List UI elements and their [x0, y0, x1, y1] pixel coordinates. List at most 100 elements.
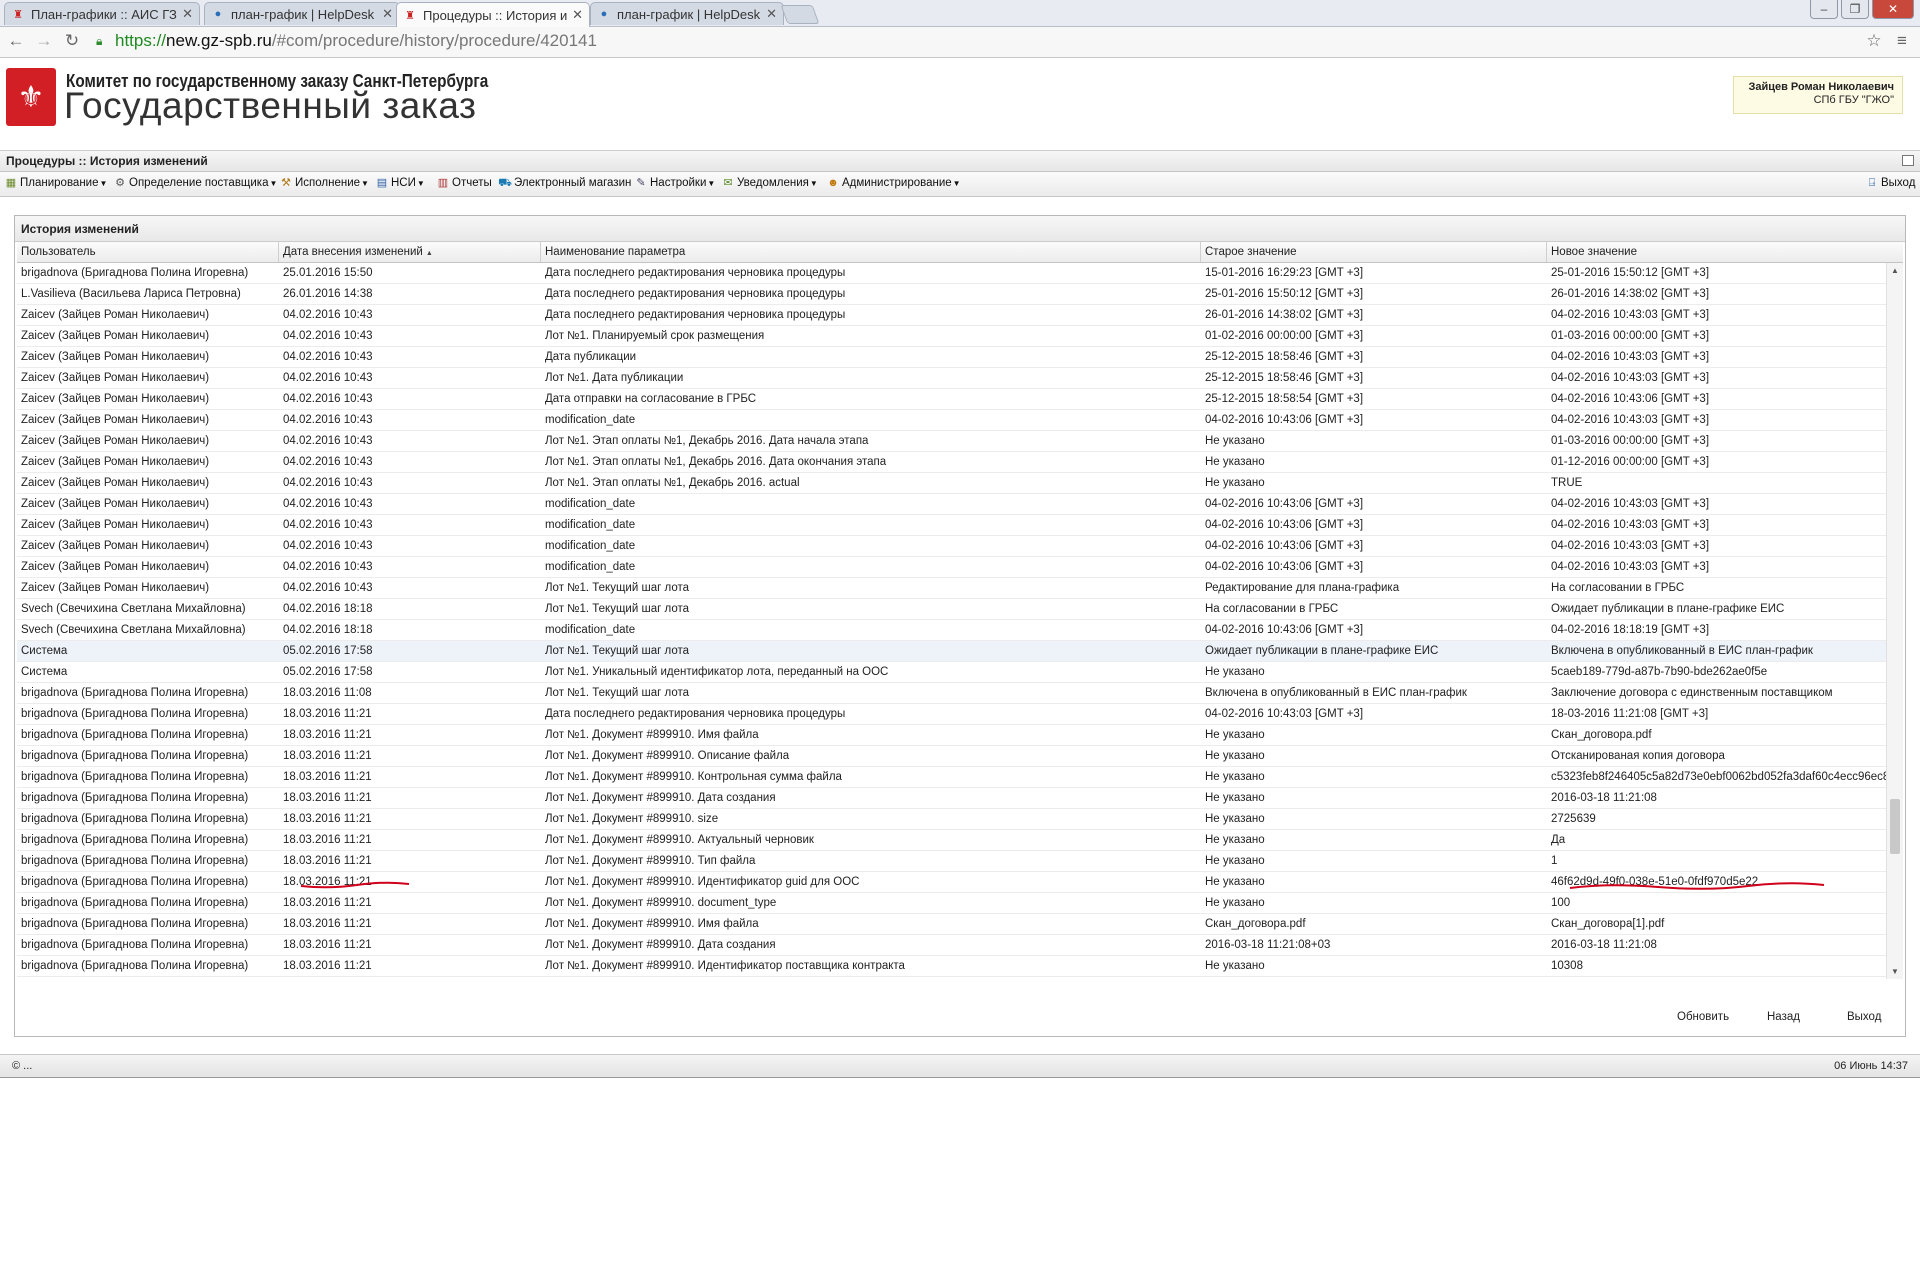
table-row[interactable]: L.Vasilieva (Васильева Лариса Петровна) 2…: [17, 284, 1887, 305]
new-tab-button[interactable]: [780, 5, 820, 24]
refresh-button[interactable]: Обновить: [1677, 1011, 1729, 1023]
column-header-parameter[interactable]: Наименование параметра: [541, 242, 1201, 262]
back-button[interactable]: Назад: [1767, 1011, 1800, 1023]
table-row[interactable]: brigadnova (Бригаднова Полина Игоревна)1…: [17, 935, 1887, 956]
close-tab-icon[interactable]: ✕: [572, 7, 583, 23]
cell-new-value: 01-12-2016 00:00:00 [GMT +3]: [1551, 456, 1710, 468]
column-header-old-value[interactable]: Старое значение: [1201, 242, 1547, 262]
table-row[interactable]: brigadnova (Бригаднова Полина Игоревна)1…: [17, 767, 1887, 788]
report-icon: ▥: [437, 177, 449, 189]
menu-notifications[interactable]: ✉ Уведомления ▼: [721, 176, 817, 190]
table-row[interactable]: Zaicev (Зайцев Роман Николаевич) 04.02.20…: [17, 410, 1887, 431]
table-row[interactable]: brigadnova (Бригаднова Полина Игоревна)1…: [17, 851, 1887, 872]
table-row[interactable]: brigadnova (Бригаднова Полина Игоревна)1…: [17, 683, 1887, 704]
cell-old-value: Не указано: [1205, 813, 1265, 825]
table-row[interactable]: Zaicev (Зайцев Роман Николаевич) 04.02.20…: [17, 557, 1887, 578]
cell-date: 18.03.2016 11:21: [283, 960, 372, 972]
table-row[interactable]: Zaicev (Зайцев Роман Николаевич) 04.02.20…: [17, 368, 1887, 389]
cell-new-value: 26-01-2016 14:38:02 [GMT +3]: [1551, 288, 1710, 300]
browser-tab-2[interactable]: ● план-график | HelpDesk ✕: [204, 2, 400, 25]
table-row[interactable]: Svech (Свечихина Светлана Михайловна) 04.…: [17, 620, 1887, 641]
cell-date: 04.02.2016 10:43: [283, 351, 373, 363]
table-row[interactable]: brigadnova (Бригаднова Полина Игоревна)1…: [17, 809, 1887, 830]
cell-user: Zaicev (Зайцев Роман Николаевич): [21, 477, 210, 489]
scroll-down-icon[interactable]: ▼: [1891, 967, 1899, 976]
annotation-underline-date: [300, 881, 410, 889]
menu-e-shop[interactable]: ⛟ Электронный магазин: [498, 176, 631, 190]
column-header-new-value[interactable]: Новое значение: [1547, 242, 1903, 262]
table-row[interactable]: brigadnova (Бригаднова Полина Игоревна)1…: [17, 704, 1887, 725]
table-row[interactable]: brigadnova (Бригаднова Полина Игоревна)1…: [17, 977, 1887, 979]
cell-parameter: Лот №1. Этап оплаты №1, Декабрь 2016. Да…: [545, 435, 869, 447]
table-row[interactable]: Zaicev (Зайцев Роман Николаевич) 04.02.20…: [17, 578, 1887, 599]
table-row[interactable]: brigadnova (Бригаднова Полина Игоревна)1…: [17, 746, 1887, 767]
table-row[interactable]: Zaicev (Зайцев Роман Николаевич) 04.02.20…: [17, 536, 1887, 557]
table-row[interactable]: brigadnova (Бригаднова Полина Игоревна)1…: [17, 914, 1887, 935]
close-tab-icon[interactable]: ✕: [182, 6, 193, 22]
menu-icon[interactable]: ≡: [1892, 31, 1912, 51]
address-bar[interactable]: 🔒︎ https://new.gz-spb.ru/#com/procedure/…: [96, 30, 1876, 52]
table-row[interactable]: brigadnova (Бригаднова Полина Игоревна)1…: [17, 788, 1887, 809]
page-title: Процедуры :: История изменений: [6, 154, 208, 168]
close-window-icon[interactable]: ✕: [1872, 0, 1914, 19]
menu-settings[interactable]: ✎ Настройки ▼: [634, 176, 715, 190]
exit-button[interactable]: Выход: [1847, 1011, 1881, 1023]
table-row[interactable]: Zaicev (Зайцев Роман Николаевич) 04.02.20…: [17, 347, 1887, 368]
menu-reports[interactable]: ▥ Отчеты: [436, 176, 492, 190]
table-row[interactable]: brigadnova (Бригаднова Полина Игоревна)1…: [17, 956, 1887, 977]
reload-icon[interactable]: ↻: [62, 31, 82, 51]
menu-supplier-selection[interactable]: ⚙ Определение поставщика ▼: [113, 176, 277, 190]
menu-nsi[interactable]: ▤ НСИ ▼: [375, 176, 425, 190]
cell-parameter: Лот №1. Планируемый срок размещения: [545, 330, 765, 342]
browser-tab-3-active[interactable]: ♜ Процедуры :: История и ✕: [396, 2, 590, 27]
table-row[interactable]: brigadnova (Бригаднова Полина Игоревна) 2…: [17, 263, 1887, 284]
menu-exit[interactable]: ⍈ Выход: [1865, 176, 1916, 190]
maximize-icon[interactable]: ❐: [1841, 0, 1869, 19]
cell-date: 04.02.2016 18:18: [283, 603, 373, 615]
cell-new-value: c5323feb8f246405c5a82d73e0ebf0062bd052fa…: [1551, 771, 1887, 783]
browser-tab-4[interactable]: ● план-график | HelpDesk ✕: [590, 2, 784, 25]
table-row[interactable]: Система 05.02.2016 17:58 Лот №1. Текущий ш…: [17, 641, 1887, 662]
cell-parameter: Лот №1. Документ #899910. Дата создания: [545, 939, 776, 951]
table-row[interactable]: Zaicev (Зайцев Роман Николаевич) 04.02.20…: [17, 473, 1887, 494]
table-row[interactable]: brigadnova (Бригаднова Полина Игоревна)1…: [17, 830, 1887, 851]
table-row[interactable]: Zaicev (Зайцев Роман Николаевич) 04.02.20…: [17, 389, 1887, 410]
menu-planning[interactable]: ▦ Планирование ▼: [4, 176, 108, 190]
cell-user: brigadnova (Бригаднова Полина Игоревна): [21, 687, 249, 699]
cell-new-value: 25-01-2016 15:50:12 [GMT +3]: [1551, 267, 1710, 279]
table-row[interactable]: Zaicev (Зайцев Роман Николаевич) 04.02.20…: [17, 431, 1887, 452]
menu-execution[interactable]: ⚒ Исполнение ▼: [279, 176, 369, 190]
table-row[interactable]: brigadnova (Бригаднова Полина Игоревна)1…: [17, 725, 1887, 746]
cell-parameter: Лот №1. Документ #899910. document_type: [545, 897, 777, 909]
cell-date: 05.02.2016 17:58: [283, 666, 373, 678]
table-row[interactable]: Zaicev (Зайцев Роман Николаевич) 04.02.20…: [17, 515, 1887, 536]
column-header-user[interactable]: Пользователь: [17, 242, 279, 262]
table-row[interactable]: Zaicev (Зайцев Роман Николаевич) 04.02.20…: [17, 305, 1887, 326]
table-row[interactable]: Zaicev (Зайцев Роман Николаевич) 04.02.20…: [17, 452, 1887, 473]
cell-new-value: 100: [1551, 897, 1571, 909]
history-grid: Пользователь Дата внесения изменений ▲ На…: [17, 242, 1903, 979]
cell-old-value: 01-02-2016 00:00:00 [GMT +3]: [1205, 330, 1364, 342]
scroll-thumb[interactable]: [1890, 799, 1900, 854]
table-row[interactable]: Svech (Свечихина Светлана Михайловна) 04.…: [17, 599, 1887, 620]
table-row[interactable]: Система 05.02.2016 17:58 Лот №1. Уникальны…: [17, 662, 1887, 683]
cell-parameter: Лот №1. Дата публикации: [545, 372, 684, 384]
browser-tab-1[interactable]: ♜ План-графики :: АИС ГЗ ✕: [4, 2, 200, 25]
table-row[interactable]: brigadnova (Бригаднова Полина Игоревна)1…: [17, 893, 1887, 914]
collapse-icon[interactable]: [1902, 155, 1914, 166]
close-tab-icon[interactable]: ✕: [766, 6, 777, 22]
back-arrow-icon[interactable]: ←: [6, 31, 26, 51]
table-row[interactable]: Zaicev (Зайцев Роман Николаевич) 04.02.20…: [17, 494, 1887, 515]
table-row[interactable]: Zaicev (Зайцев Роман Николаевич) 04.02.20…: [17, 326, 1887, 347]
column-header-date[interactable]: Дата внесения изменений ▲: [279, 242, 541, 262]
coat-of-arms-logo: ⚜: [6, 68, 56, 126]
menu-administration[interactable]: ☻ Администрирование ▼: [826, 176, 960, 190]
close-tab-icon[interactable]: ✕: [382, 6, 393, 22]
cell-date: 25.01.2016 15:50: [283, 267, 373, 279]
cell-user: Zaicev (Зайцев Роман Николаевич): [21, 435, 210, 447]
minimize-icon[interactable]: –: [1810, 0, 1838, 19]
grid-scrollbar[interactable]: ▲ ▼: [1886, 263, 1903, 979]
bookmark-star-icon[interactable]: ☆: [1864, 31, 1884, 51]
forward-arrow-icon[interactable]: →: [34, 31, 54, 51]
scroll-up-icon[interactable]: ▲: [1891, 266, 1899, 275]
